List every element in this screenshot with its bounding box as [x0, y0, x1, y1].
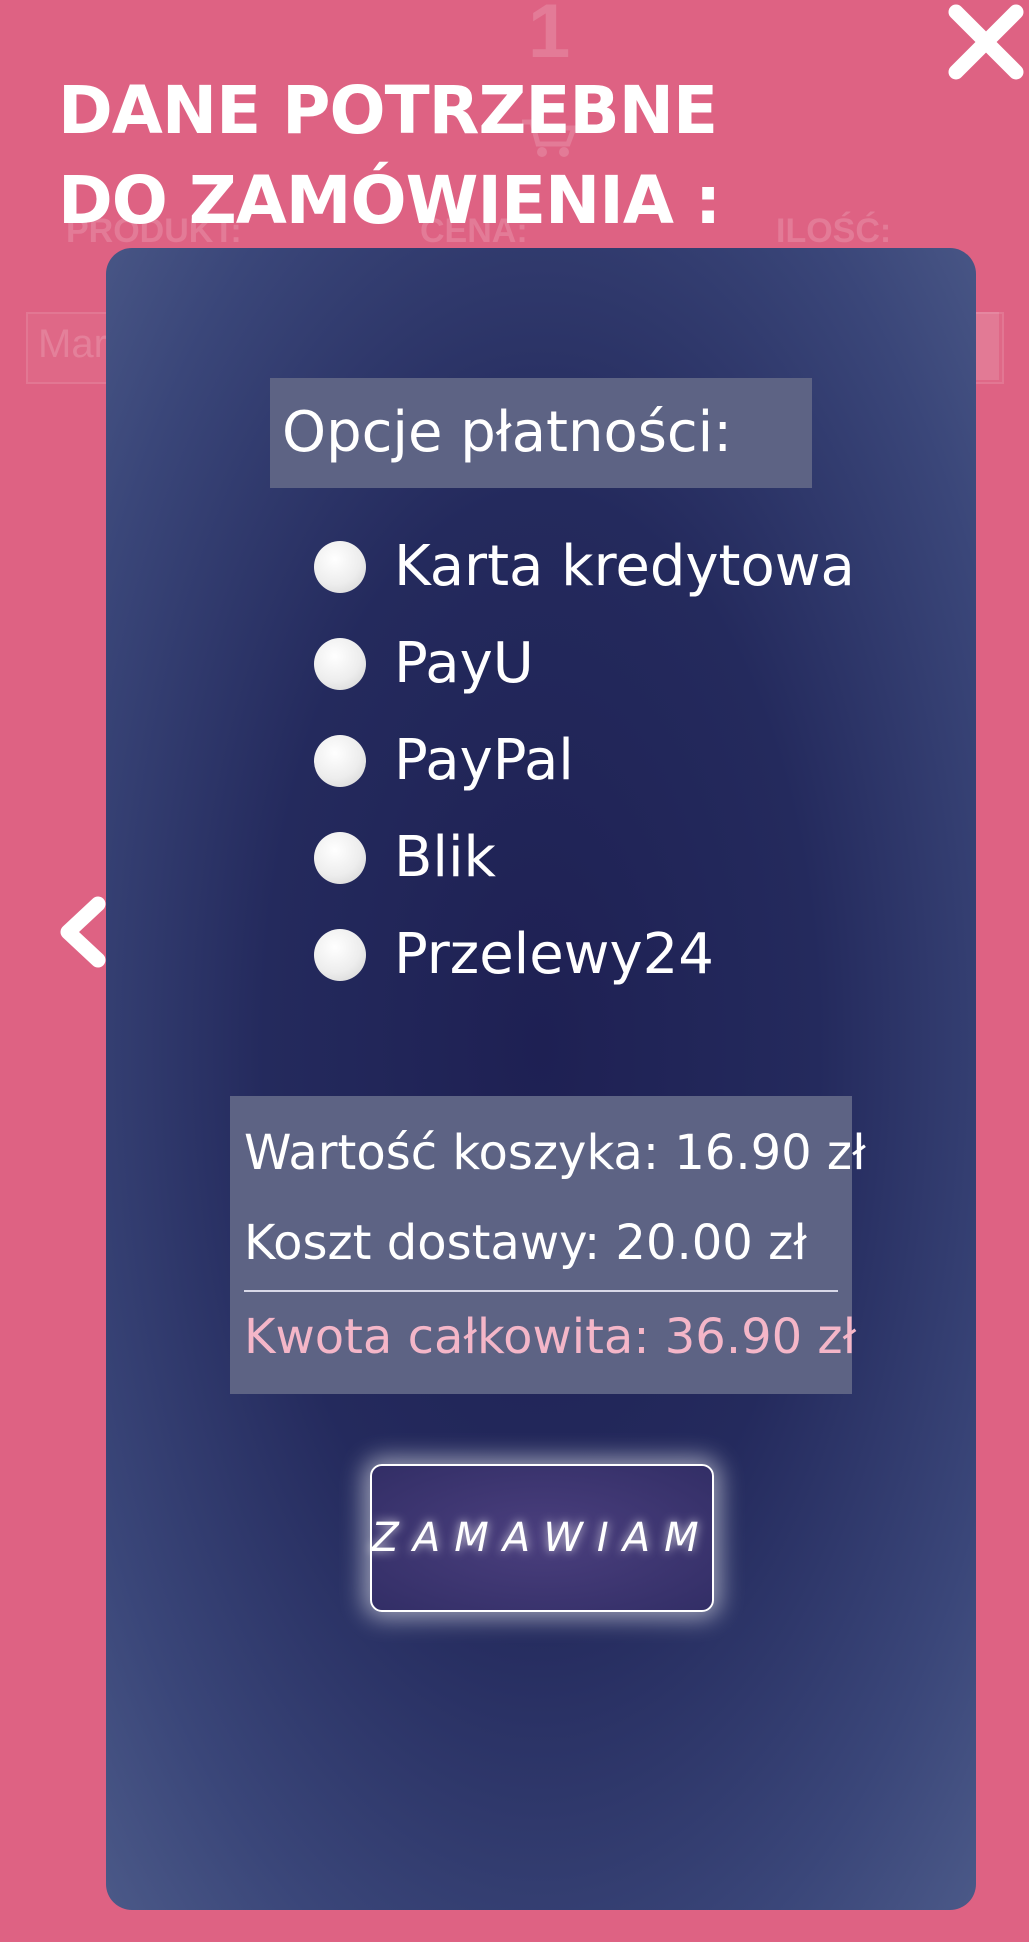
background-input-text: Mar	[38, 322, 107, 366]
chevron-left-icon	[60, 896, 106, 968]
payment-option-payu[interactable]: PayU	[314, 615, 855, 712]
payment-option-label: Przelewy24	[394, 922, 714, 987]
order-summary: Wartość koszyka: 16.90 zł Koszt dostawy:…	[230, 1096, 866, 1394]
radio-button[interactable]	[314, 734, 366, 787]
payment-option-label: PayU	[394, 631, 534, 696]
cart-count: 1	[528, 0, 571, 74]
payment-option-label: PayPal	[394, 728, 574, 793]
radio-button[interactable]	[314, 540, 366, 593]
payment-option-label: Blik	[394, 825, 496, 890]
order-modal: Opcje płatności: Karta kredytowa PayU Pa…	[106, 248, 976, 1910]
radio-button[interactable]	[314, 637, 366, 690]
payment-options-list: Karta kredytowa PayU PayPal Blik Przelew…	[314, 518, 855, 1003]
page-title: DANE POTRZEBNE DO ZAMÓWIENIA :	[58, 72, 721, 239]
total-amount: Kwota całkowita: 36.90 zł	[244, 1309, 857, 1365]
cart-value: Wartość koszyka: 16.90 zł	[244, 1125, 866, 1181]
payment-options-title: Opcje płatności:	[270, 378, 812, 488]
payment-option-przelewy24[interactable]: Przelewy24	[314, 906, 855, 1003]
payment-option-credit-card[interactable]: Karta kredytowa	[314, 518, 855, 615]
payment-option-paypal[interactable]: PayPal	[314, 712, 855, 809]
back-button[interactable]	[54, 894, 114, 970]
close-button[interactable]	[944, 0, 1029, 86]
delivery-cost: Koszt dostawy: 20.00 zł	[244, 1215, 807, 1271]
summary-divider	[244, 1290, 838, 1292]
payment-option-blik[interactable]: Blik	[314, 809, 855, 906]
close-icon	[948, 4, 1024, 80]
payment-option-label: Karta kredytowa	[394, 534, 855, 599]
radio-button[interactable]	[314, 928, 366, 981]
radio-button[interactable]	[314, 831, 366, 884]
order-button[interactable]: ZAMAWIAM	[370, 1464, 714, 1612]
